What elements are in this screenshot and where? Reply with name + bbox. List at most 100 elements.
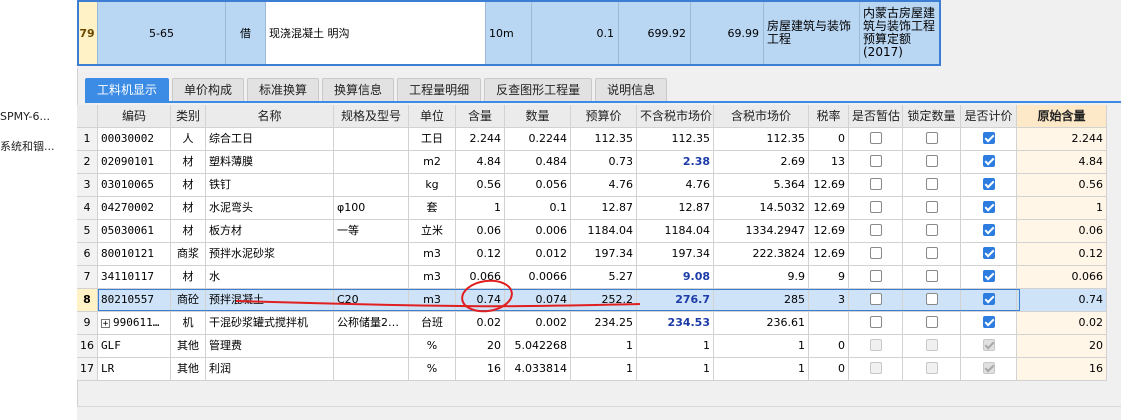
- market-price-cell[interactable]: 1: [637, 358, 714, 381]
- original-content-cell[interactable]: 0.74: [1017, 289, 1107, 312]
- checkbox-checked-icon[interactable]: [982, 224, 995, 236]
- unit-cell[interactable]: m3: [409, 243, 456, 266]
- checkbox-unchecked-icon[interactable]: [869, 201, 882, 213]
- budget-price-cell[interactable]: 197.34: [571, 243, 637, 266]
- tax-rate-cell[interactable]: 12.69: [809, 220, 849, 243]
- tab-3[interactable]: 换算信息: [322, 78, 395, 101]
- tax-rate-cell[interactable]: 13: [809, 151, 849, 174]
- table-row[interactable]: 9 +990611… 机干混砂浆罐式搅拌机 公称储量2… 台班 0.02 0.002 234.…: [77, 312, 1107, 335]
- quota-unit[interactable]: 10m: [486, 0, 532, 66]
- tab-6[interactable]: 说明信息: [595, 78, 668, 101]
- market-price-tax-cell[interactable]: 1: [714, 358, 809, 381]
- spec-cell[interactable]: 公称储量2…: [334, 312, 409, 335]
- column-header-7[interactable]: 数量: [505, 105, 571, 128]
- quantity-cell[interactable]: 5.042268: [505, 335, 571, 358]
- quantity-cell[interactable]: 0.484: [505, 151, 571, 174]
- market-price-cell[interactable]: 276.7: [637, 289, 714, 312]
- code-cell[interactable]: 00030002: [98, 128, 171, 151]
- tax-rate-cell[interactable]: 12.69: [809, 243, 849, 266]
- checkbox-unchecked-icon[interactable]: [925, 270, 938, 282]
- category-cell[interactable]: 材: [171, 220, 206, 243]
- market-price-cell[interactable]: 2.38: [637, 151, 714, 174]
- content-cell[interactable]: 0.066: [456, 266, 505, 289]
- name-cell[interactable]: 管理费: [206, 335, 334, 358]
- checkbox-checked-icon[interactable]: [982, 201, 995, 213]
- name-cell[interactable]: 板方材: [206, 220, 334, 243]
- unit-cell[interactable]: %: [409, 358, 456, 381]
- code-cell[interactable]: 03010065: [98, 174, 171, 197]
- category-cell[interactable]: 材: [171, 174, 206, 197]
- name-cell[interactable]: 综合工日: [206, 128, 334, 151]
- code-cell[interactable]: 80210557: [98, 289, 171, 312]
- category-cell[interactable]: 材: [171, 197, 206, 220]
- checkbox-unchecked-icon[interactable]: [869, 316, 882, 328]
- name-cell[interactable]: 预拌混凝土: [206, 289, 334, 312]
- spec-cell[interactable]: [334, 128, 409, 151]
- horizontal-scrollbar[interactable]: [77, 406, 1121, 420]
- column-header-10[interactable]: 含税市场价: [714, 105, 809, 128]
- column-header-6[interactable]: 含量: [456, 105, 505, 128]
- checkbox-checked-icon[interactable]: [982, 293, 995, 305]
- left-panel-item[interactable]: 系统和锢...: [0, 138, 77, 154]
- checkbox-unchecked-icon[interactable]: [925, 224, 938, 236]
- original-content-cell[interactable]: 2.244: [1017, 128, 1107, 151]
- original-content-cell[interactable]: 16: [1017, 358, 1107, 381]
- tax-rate-cell[interactable]: 12.69: [809, 197, 849, 220]
- code-cell[interactable]: 80010121: [98, 243, 171, 266]
- spec-cell[interactable]: [334, 266, 409, 289]
- checkbox-unchecked-icon[interactable]: [925, 132, 938, 144]
- code-cell[interactable]: 02090101: [98, 151, 171, 174]
- column-header-4[interactable]: 规格及型号: [334, 105, 409, 128]
- column-header-0[interactable]: [77, 105, 98, 128]
- market-price-tax-cell[interactable]: 236.61: [714, 312, 809, 335]
- expand-plus-icon[interactable]: +: [101, 318, 110, 328]
- tax-rate-cell[interactable]: 0: [809, 128, 849, 151]
- checkbox-checked-icon[interactable]: [982, 316, 995, 328]
- content-cell[interactable]: 0.56: [456, 174, 505, 197]
- column-header-8[interactable]: 预算价: [571, 105, 637, 128]
- original-content-cell[interactable]: 1: [1017, 197, 1107, 220]
- original-content-cell[interactable]: 0.066: [1017, 266, 1107, 289]
- content-cell[interactable]: 0.12: [456, 243, 505, 266]
- checkbox-checked-icon[interactable]: [982, 132, 995, 144]
- quantity-cell[interactable]: 4.033814: [505, 358, 571, 381]
- table-row[interactable]: 3 03010065 材铁钉 kg 0.56 0.056 4.76 4.76 5.364 12.6…: [77, 174, 1107, 197]
- table-row[interactable]: 2 02090101 材塑料薄膜 m2 4.84 0.484 0.73 2.38 2.69 13 4…: [77, 151, 1107, 174]
- budget-price-cell[interactable]: 5.27: [571, 266, 637, 289]
- column-header-5[interactable]: 单位: [409, 105, 456, 128]
- original-content-cell[interactable]: 4.84: [1017, 151, 1107, 174]
- content-cell[interactable]: 16: [456, 358, 505, 381]
- tax-rate-cell[interactable]: 0: [809, 335, 849, 358]
- market-price-tax-cell[interactable]: 2.69: [714, 151, 809, 174]
- tab-2[interactable]: 标准换算: [247, 78, 320, 101]
- unit-cell[interactable]: m3: [409, 266, 456, 289]
- market-price-tax-cell[interactable]: 285: [714, 289, 809, 312]
- content-cell[interactable]: 1: [456, 197, 505, 220]
- original-content-cell[interactable]: 20: [1017, 335, 1107, 358]
- content-cell[interactable]: 20: [456, 335, 505, 358]
- tax-rate-cell[interactable]: 3: [809, 289, 849, 312]
- column-header-1[interactable]: 编码: [98, 105, 171, 128]
- market-price-cell[interactable]: 234.53: [637, 312, 714, 335]
- checkbox-unchecked-icon[interactable]: [869, 270, 882, 282]
- name-cell[interactable]: 干混砂浆罐式搅拌机: [206, 312, 334, 335]
- checkbox-unchecked-icon[interactable]: [925, 293, 938, 305]
- column-header-12[interactable]: 是否暂估: [849, 105, 903, 128]
- content-cell[interactable]: 0.02: [456, 312, 505, 335]
- checkbox-checked-icon[interactable]: [982, 270, 995, 282]
- left-panel-item[interactable]: SPMY-6...: [0, 110, 77, 123]
- category-cell[interactable]: 机: [171, 312, 206, 335]
- quantity-cell[interactable]: 0.0066: [505, 266, 571, 289]
- budget-price-cell[interactable]: 1: [571, 335, 637, 358]
- market-price-cell[interactable]: 12.87: [637, 197, 714, 220]
- name-cell[interactable]: 水泥弯头: [206, 197, 334, 220]
- checkbox-checked-icon[interactable]: [982, 155, 995, 167]
- budget-price-cell[interactable]: 1184.04: [571, 220, 637, 243]
- spec-cell[interactable]: [334, 335, 409, 358]
- market-price-tax-cell[interactable]: 1: [714, 335, 809, 358]
- budget-price-cell[interactable]: 0.73: [571, 151, 637, 174]
- market-price-tax-cell[interactable]: 14.5032: [714, 197, 809, 220]
- spec-cell[interactable]: [334, 174, 409, 197]
- unit-cell[interactable]: 台班: [409, 312, 456, 335]
- market-price-tax-cell[interactable]: 222.3824: [714, 243, 809, 266]
